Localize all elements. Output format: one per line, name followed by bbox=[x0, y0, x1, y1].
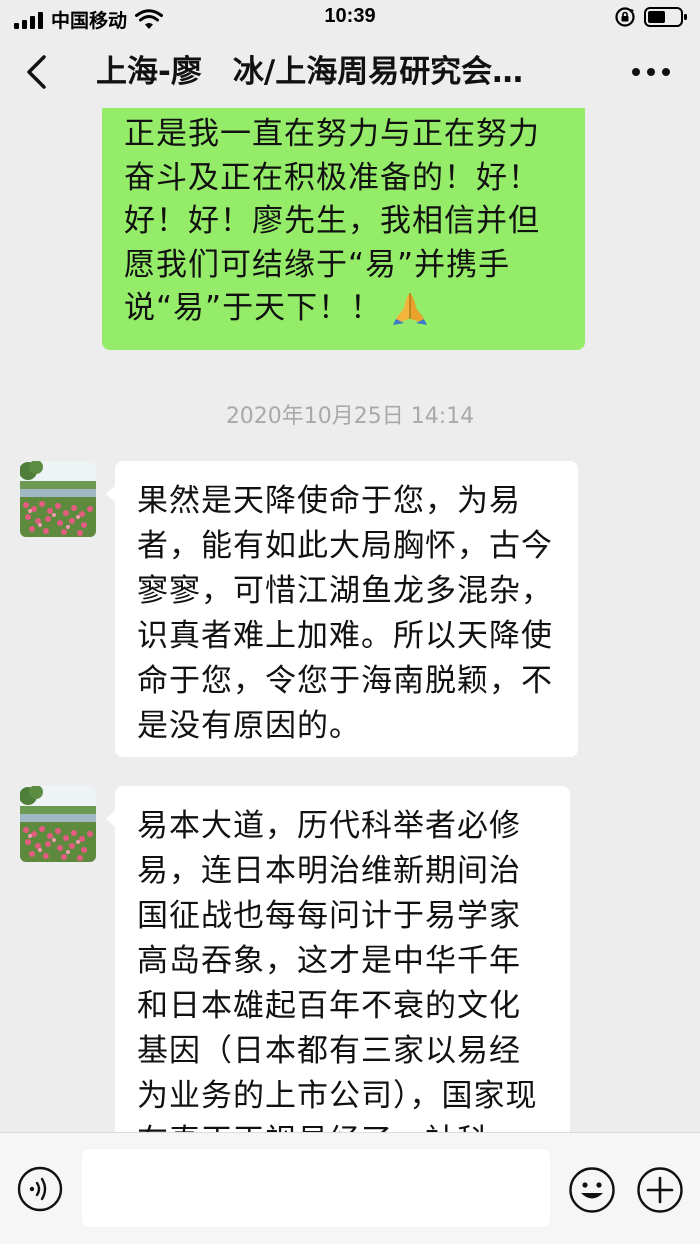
chat-title[interactable]: 上海-廖 冰/上海周易研究会… bbox=[96, 50, 586, 94]
chat-header: 上海-廖 冰/上海周易研究会… bbox=[0, 36, 700, 108]
incoming-message-text: 果然是天降使命于您，为易者，能有如此大局胸怀，古今寥寥，可惜江湖鱼龙多混杂，识真… bbox=[137, 483, 553, 744]
message-input[interactable] bbox=[82, 1149, 550, 1227]
input-bar bbox=[0, 1132, 700, 1244]
contact-avatar[interactable] bbox=[20, 461, 96, 537]
outgoing-message-bubble[interactable]: 正是我一直在努力与正在努力奋斗及正在积极准备的！好！好！好！廖先生，我相信并但愿… bbox=[102, 108, 585, 350]
outgoing-message-text: 正是我一直在努力与正在努力奋斗及正在积极准备的！好！好！好！廖先生，我相信并但愿… bbox=[124, 116, 540, 326]
incoming-message-bubble[interactable]: 果然是天降使命于您，为易者，能有如此大局胸怀，古今寥寥，可惜江湖鱼龙多混杂，识真… bbox=[106, 461, 578, 757]
incoming-message-text: 易本大道，历代科举者必修易，连日本明治维新期间治国征战也每每问计于易学家高岛吞象… bbox=[137, 808, 538, 1132]
status-bar: 中国移动 10:39 bbox=[0, 0, 700, 36]
incoming-message-bubble[interactable]: 易本大道，历代科举者必修易，连日本明治维新期间治国征战也每每问计于易学家高岛吞象… bbox=[106, 786, 570, 1132]
back-button[interactable] bbox=[18, 52, 58, 92]
contact-avatar[interactable] bbox=[20, 786, 96, 862]
more-button[interactable] bbox=[630, 56, 672, 88]
status-time: 10:39 bbox=[324, 5, 376, 27]
folded-hands-icon bbox=[393, 293, 428, 325]
message-timestamp: 2020年10月25日 14:14 bbox=[225, 404, 475, 429]
status-right bbox=[614, 6, 688, 28]
chat-messages[interactable]: 正是我一直在努力与正在努力奋斗及正在积极准备的！好！好！好！廖先生，我相信并但愿… bbox=[0, 108, 700, 1132]
battery-icon bbox=[644, 7, 687, 27]
voice-icon[interactable] bbox=[17, 1166, 63, 1212]
emoji-face-icon[interactable] bbox=[568, 1166, 616, 1214]
rotation-lock-icon bbox=[615, 7, 635, 27]
plus-circle-icon[interactable] bbox=[636, 1166, 684, 1214]
